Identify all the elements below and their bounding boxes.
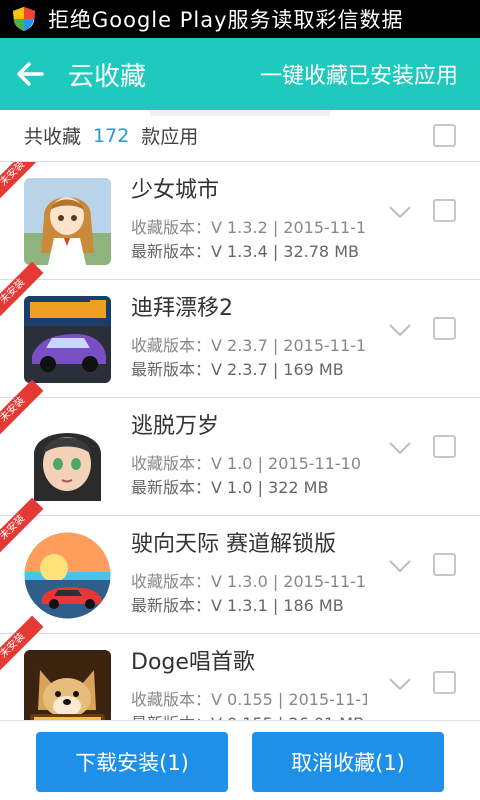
back-button[interactable] bbox=[0, 38, 60, 110]
app-icon bbox=[24, 178, 111, 265]
item-checkbox[interactable] bbox=[433, 553, 456, 576]
saved-version: 收藏版本：V 2.3.7 | 2015-11-1 bbox=[131, 336, 367, 355]
app-header: 云收藏 一键收藏已安装应用 bbox=[0, 38, 480, 110]
sunset-car-icon bbox=[24, 532, 111, 619]
shiba-dog-icon bbox=[24, 650, 111, 720]
list-item[interactable]: 未安装 Doge唱首歌 收藏版本：V 0.155 | 2015-11-1 最新版… bbox=[0, 615, 480, 720]
latest-version: 最新版本：V 2.3.7 | 169 MB bbox=[131, 360, 344, 379]
list-item[interactable]: 未安装 驶向天际 赛道解锁版 收藏版本：V 1.3.0 | 2015-11-10… bbox=[0, 497, 480, 634]
item-checkbox[interactable] bbox=[433, 671, 456, 694]
chevron-down-icon[interactable] bbox=[388, 440, 412, 456]
summary-count: 172 bbox=[93, 124, 130, 147]
list-item[interactable]: 未安装 迪拜漂移2 收藏版本：V 2.3.7 | 2015-11-1 最新版本：… bbox=[0, 261, 480, 398]
collect-installed-button[interactable]: 一键收藏已安装应用 bbox=[260, 58, 458, 90]
chevron-down-icon[interactable] bbox=[388, 204, 412, 220]
racing-car-icon bbox=[24, 296, 111, 383]
summary-row: 共收藏 172 款应用 bbox=[0, 110, 480, 162]
shield-icon bbox=[13, 7, 35, 31]
item-checkbox[interactable] bbox=[433, 317, 456, 340]
saved-version: 收藏版本：V 0.155 | 2015-11-1 bbox=[131, 690, 367, 709]
cancel-collection-button[interactable]: 取消收藏(1) bbox=[252, 732, 444, 792]
chevron-down-icon[interactable] bbox=[388, 676, 412, 692]
bottom-action-bar: 下载安装(1) 取消收藏(1) bbox=[0, 720, 480, 800]
status-notification-text: 拒绝Google Play服务读取彩信数据 bbox=[48, 8, 404, 32]
chevron-down-icon[interactable] bbox=[388, 558, 412, 574]
app-icon bbox=[24, 532, 111, 619]
app-icon bbox=[24, 296, 111, 383]
status-bar: 拒绝Google Play服务读取彩信数据 bbox=[0, 0, 480, 38]
scrolled-row-remnant bbox=[150, 110, 330, 116]
anime-girl-icon bbox=[24, 178, 111, 265]
app-icon bbox=[24, 650, 111, 720]
page-title: 云收藏 bbox=[68, 61, 147, 92]
latest-version: 最新版本：V 1.3.1 | 186 MB bbox=[131, 596, 344, 615]
summary-prefix: 共收藏 bbox=[24, 126, 82, 148]
saved-version: 收藏版本：V 1.3.0 | 2015-11-10 bbox=[131, 572, 367, 591]
item-checkbox[interactable] bbox=[433, 199, 456, 222]
app-list: 未安装 少女城市 收藏版本：V 1.3.2 | 2015-11-10 最新版本：… bbox=[0, 162, 480, 720]
latest-version: 最新版本：V 1.0 | 322 MB bbox=[131, 478, 329, 497]
item-checkbox[interactable] bbox=[433, 435, 456, 458]
select-all-checkbox[interactable] bbox=[433, 124, 456, 147]
list-item[interactable]: 未安装 少女城市 收藏版本：V 1.3.2 | 2015-11-10 最新版本：… bbox=[0, 162, 480, 280]
app-icon bbox=[24, 414, 111, 501]
cartoon-face-icon bbox=[24, 414, 111, 501]
back-arrow-icon bbox=[17, 62, 44, 86]
summary-suffix: 款应用 bbox=[141, 126, 199, 148]
saved-version: 收藏版本：V 1.3.2 | 2015-11-10 bbox=[131, 218, 367, 237]
list-item[interactable]: 未安装 逃脱万岁 收藏版本：V 1.0 | 2015-11-10 最新版本：V … bbox=[0, 379, 480, 516]
saved-version: 收藏版本：V 1.0 | 2015-11-10 bbox=[131, 454, 362, 473]
app-name: Doge唱首歌 bbox=[131, 650, 255, 675]
app-name: 驶向天际 赛道解锁版 bbox=[131, 532, 336, 557]
app-name: 逃脱万岁 bbox=[131, 414, 220, 439]
chevron-down-icon[interactable] bbox=[388, 322, 412, 338]
latest-version: 最新版本：V 0.155 | 26.01 MB bbox=[131, 710, 367, 720]
app-name: 迪拜漂移2 bbox=[131, 296, 233, 321]
app-name: 少女城市 bbox=[131, 178, 220, 203]
latest-version: 最新版本：V 1.3.4 | 32.78 MB bbox=[131, 242, 359, 261]
download-install-button[interactable]: 下载安装(1) bbox=[36, 732, 228, 792]
